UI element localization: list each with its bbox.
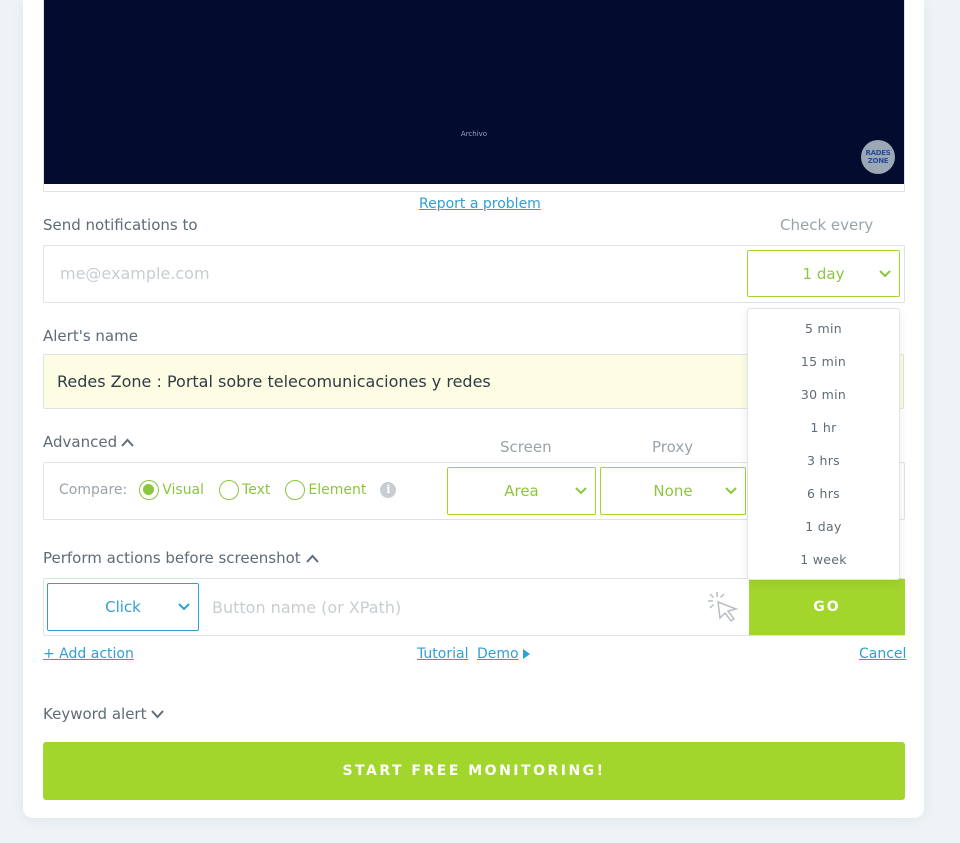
advanced-toggle[interactable]: Advanced (43, 433, 134, 451)
report-problem-link[interactable]: Report a problem (419, 196, 541, 212)
tutorial-link[interactable]: Tutorial (417, 646, 468, 662)
frequency-option[interactable]: 15 min (748, 345, 899, 378)
demo-link-group[interactable]: Demo (477, 646, 531, 662)
compare-option-visual[interactable]: Visual (139, 480, 204, 500)
action-type-select[interactable]: Click (47, 583, 199, 631)
actions-toggle[interactable]: Perform actions before screenshot (43, 549, 319, 567)
cancel-link[interactable]: Cancel (859, 646, 906, 662)
frequency-option[interactable]: 3 hrs (748, 444, 899, 477)
compare-label: Compare: (59, 482, 128, 498)
compare-option-text[interactable]: Text (219, 480, 270, 500)
check-every-dropdown: 5 min 15 min 30 min 1 hr 3 hrs 6 hrs 1 day 1 we… (747, 308, 900, 580)
send-notifications-label: Send notifications to (43, 216, 198, 234)
go-button[interactable]: GO (749, 579, 905, 635)
preview-caption: Archivo (460, 130, 488, 138)
frequency-option[interactable]: 30 min (748, 378, 899, 411)
compare-element-label: Element (308, 482, 367, 498)
chevron-down-icon (178, 603, 190, 611)
check-every-select[interactable]: 1 day (747, 250, 900, 297)
action-input[interactable]: Button name (or XPath) (212, 598, 401, 617)
check-every-label: Check every (780, 216, 874, 234)
frequency-option[interactable]: 5 min (748, 312, 899, 345)
add-action-link[interactable]: + Add action (43, 646, 134, 662)
keyword-alert-label: Keyword alert (43, 705, 147, 723)
info-icon[interactable]: i (380, 482, 397, 498)
action-type-value: Click (105, 598, 141, 616)
compare-text-label: Text (242, 482, 271, 498)
chevron-down-icon (879, 269, 891, 277)
chevron-up-icon (121, 438, 134, 447)
screenshot-preview: Archivo RADES ZONE (44, 0, 904, 184)
alert-name-label: Alert's name (43, 327, 138, 345)
chevron-down-icon (151, 709, 165, 718)
radio-element[interactable] (285, 480, 306, 500)
chevron-down-icon (575, 487, 587, 495)
play-icon (522, 649, 530, 659)
element-picker-icon[interactable] (706, 590, 740, 624)
demo-link[interactable]: Demo (477, 646, 519, 662)
actions-label: Perform actions before screenshot (43, 549, 301, 567)
chevron-up-icon (305, 554, 319, 563)
proxy-value: None (653, 482, 693, 500)
compare-option-element[interactable]: Element (285, 480, 366, 500)
start-monitoring-button[interactable]: START FREE MONITORING! (43, 742, 905, 800)
radio-text[interactable] (219, 480, 240, 500)
screen-select[interactable]: Area (447, 467, 596, 515)
alert-name-value: Redes Zone : Portal sobre telecomunicaci… (57, 372, 491, 391)
check-every-value: 1 day (802, 264, 845, 283)
frequency-options-list: 5 min 15 min 30 min 1 hr 3 hrs 6 hrs 1 day 1 we… (748, 309, 899, 576)
advanced-label: Advanced (43, 433, 118, 451)
screen-label: Screen (500, 438, 552, 456)
preview-site-logo: RADES ZONE (861, 140, 895, 174)
frequency-option[interactable]: 1 week (748, 543, 899, 576)
frequency-option[interactable]: 6 hrs (748, 477, 899, 510)
compare-group: Compare: Visual Text Element i (59, 480, 397, 500)
email-placeholder: me@example.com (60, 264, 210, 283)
frequency-option[interactable]: 1 day (748, 510, 899, 543)
proxy-select[interactable]: None (600, 467, 746, 515)
compare-visual-label: Visual (162, 482, 205, 498)
radio-visual[interactable] (139, 480, 160, 500)
keyword-alert-toggle[interactable]: Keyword alert (43, 705, 165, 723)
chevron-down-icon (725, 487, 737, 495)
frequency-option[interactable]: 1 hr (748, 411, 899, 444)
screen-value: Area (504, 482, 539, 500)
proxy-label: Proxy (652, 438, 694, 456)
